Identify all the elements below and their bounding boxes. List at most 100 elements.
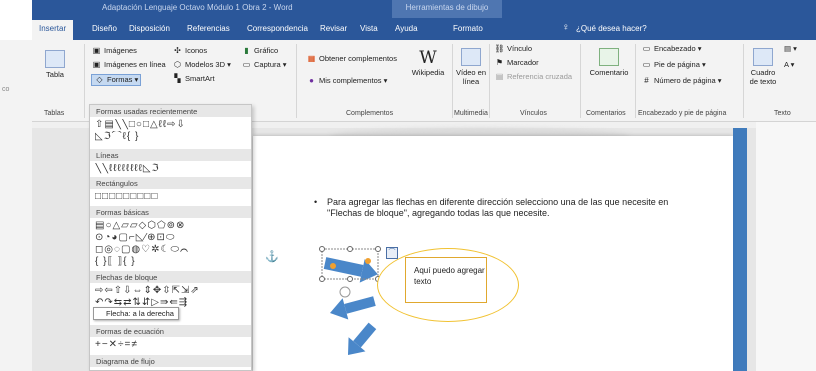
section-basic-shapes: Formas básicas: [90, 206, 251, 218]
comment-icon: [599, 48, 619, 66]
rotate-handle: [339, 286, 351, 298]
adjust-handle: [365, 258, 371, 264]
tab-referencias[interactable]: Referencias: [187, 24, 230, 33]
section-flowchart: Diagrama de flujo: [90, 355, 251, 367]
wordart-icon[interactable]: A ▾: [784, 60, 794, 70]
tab-diseno[interactable]: Diseño: [92, 24, 117, 33]
page-number-button[interactable]: # Número de página ▾: [641, 76, 721, 86]
ribbon-separator: [489, 44, 490, 118]
wikipedia-label: Wikipedia: [411, 68, 445, 77]
group-vinculos: Vínculos: [520, 110, 547, 117]
bookmark-button[interactable]: ⚑ Marcador: [494, 58, 539, 68]
tab-disposicion[interactable]: Disposición: [129, 24, 170, 33]
word-window: Adaptación Lenguaje Octavo Módulo 1 Obra…: [0, 0, 816, 371]
comment-label: Comentario: [589, 68, 629, 77]
header-button[interactable]: ▭ Encabezado ▾: [641, 44, 702, 54]
resize-handle: [319, 276, 325, 282]
wikipedia-icon: W: [419, 48, 437, 68]
wikipedia-button[interactable]: W Wikipedia: [409, 48, 447, 77]
group-encabezado: Encabezado y pie de página: [638, 110, 727, 117]
get-addins-label: Obtener complementos: [319, 54, 397, 63]
block-arrows-row[interactable]: ⇨⇦⇧⇩⇔⇕✥⇳⇱⇲⇗: [95, 285, 251, 297]
cross-reference-button[interactable]: ▤ Referencia cruzada: [494, 72, 572, 82]
group-tablas: Tablas: [44, 110, 65, 117]
3d-models-button[interactable]: ⬡ Modelos 3D ▾: [172, 60, 231, 70]
basic-shapes-row-2[interactable]: ⊙◔◕▢⌐◺⁄⊕⊡⬭: [95, 232, 251, 244]
tell-me-box[interactable]: ¿Qué desea hacer?: [576, 24, 647, 33]
smartart-label: SmartArt: [185, 74, 215, 83]
online-video-label: Vídeo en línea: [455, 68, 487, 86]
section-rectangles: Rectángulos: [90, 177, 251, 189]
online-picture-icon: ▣: [92, 60, 101, 69]
shapes-icon: ◇: [96, 75, 103, 84]
get-addins-button[interactable]: ▦ Obtener complementos: [306, 54, 397, 64]
header-label: Encabezado: [654, 44, 696, 53]
footer-button[interactable]: ▭ Pie de página ▾: [641, 60, 706, 70]
table-label: Tabla: [46, 70, 64, 79]
icons-button[interactable]: ✣ Iconos: [172, 46, 207, 56]
icons-icon: ✣: [174, 46, 181, 55]
smartart-button[interactable]: ▚ SmartArt: [172, 74, 215, 84]
3d-models-label: Modelos 3D: [185, 60, 226, 69]
table-button[interactable]: Tabla: [40, 50, 70, 79]
tab-vista[interactable]: Vista: [360, 24, 378, 33]
section-equation-shapes: Formas de ecuación: [90, 325, 251, 337]
screenshot-button[interactable]: ▭ Captura ▾: [241, 60, 287, 70]
page-number-icon: #: [644, 76, 649, 85]
tab-insertar[interactable]: Insertar: [32, 20, 74, 40]
resize-handle: [347, 246, 353, 252]
ribbon-separator: [743, 44, 744, 118]
shapes-label: Formas: [107, 75, 133, 84]
tab-revisar[interactable]: Revisar: [320, 24, 347, 33]
shape-tooltip: Flecha: a la derecha: [93, 307, 179, 320]
quick-parts-icon[interactable]: ▤ ▾: [784, 44, 797, 54]
tab-ayuda[interactable]: Ayuda: [395, 24, 418, 33]
section-recent: Formas usadas recientemente: [90, 105, 251, 117]
bookmark-icon: ⚑: [495, 58, 504, 67]
link-icon: ⛓: [494, 44, 505, 53]
bullet-paragraph[interactable]: Para agregar las flechas en diferente di…: [327, 197, 697, 219]
down-arrow: [348, 322, 377, 355]
page-side-decoration: [733, 128, 747, 371]
drawing-tools-label: Herramientas de dibujo: [405, 3, 489, 12]
group-complementos: Complementos: [346, 110, 394, 117]
anchor-icon: ⚓: [265, 251, 279, 263]
equation-shapes-row[interactable]: +−✕÷=≠: [95, 339, 251, 351]
tab-correspondencia[interactable]: Correspondencia: [247, 24, 308, 33]
shapes-button[interactable]: ◇ Formas ▾: [91, 74, 142, 86]
text-box-label: Cuadro de texto: [749, 68, 777, 86]
basic-shapes-row-4[interactable]: { }⟦ ⟧{ }: [95, 256, 251, 268]
smartart-icon: ▚: [174, 74, 181, 83]
pictures-button[interactable]: ▣ Imágenes: [91, 46, 137, 56]
lines-row[interactable]: ╲╲ℓℓℓℓℓℓℓℓ◺ℑ: [95, 163, 251, 175]
recent-shapes-row[interactable]: ⇧▤╲╲□○□△ℓℓ⇨⇩: [95, 119, 251, 131]
tab-formato[interactable]: Formato: [453, 24, 483, 33]
layout-options-icon[interactable]: ⌒: [386, 247, 398, 259]
adjust-handle: [330, 263, 336, 269]
online-pictures-button[interactable]: ▣ Imágenes en línea: [91, 60, 166, 70]
screenshot-icon: ▭: [242, 60, 251, 69]
store-icon: ▦: [307, 54, 316, 63]
link-label: Vínculo: [507, 44, 533, 53]
left-arrow: [330, 296, 376, 320]
bookmark-label: Marcador: [507, 58, 539, 67]
text-box-button[interactable]: Cuadro de texto: [746, 48, 780, 86]
basic-shapes-row[interactable]: ▤○△▱▱◇⬡⬠⊚⊗: [95, 220, 251, 232]
comment-button[interactable]: Comentario: [586, 48, 632, 77]
section-block-arrows: Flechas de bloque: [90, 271, 251, 283]
ribbon-separator: [580, 44, 581, 118]
chart-label: Gráfico: [254, 46, 279, 55]
chart-button[interactable]: ▮ Gráfico: [241, 46, 278, 56]
callout-textbox[interactable]: Aquí puedo agregar texto: [405, 257, 487, 303]
recent-shapes-row-2[interactable]: ◺ℑ⌒ℓ{ }: [95, 131, 251, 143]
my-addins-button[interactable]: ● Mis complementos ▾: [306, 76, 387, 86]
link-button[interactable]: ⛓ Vínculo: [494, 44, 532, 54]
ribbon-tabs: Insertar Diseño Disposición Referencias …: [32, 18, 816, 40]
my-addins-label: Mis complementos: [319, 76, 382, 85]
basic-shapes-row-3[interactable]: ◻◎◌▢◍♡✲☾⬭⌒: [95, 244, 251, 256]
footer-label: Pie de página: [654, 60, 700, 69]
ribbon-separator: [635, 44, 636, 118]
group-comentarios: Comentarios: [586, 110, 626, 117]
rectangles-row[interactable]: □□□□□□□□□: [95, 191, 251, 203]
online-video-button[interactable]: Vídeo en línea: [454, 48, 488, 86]
